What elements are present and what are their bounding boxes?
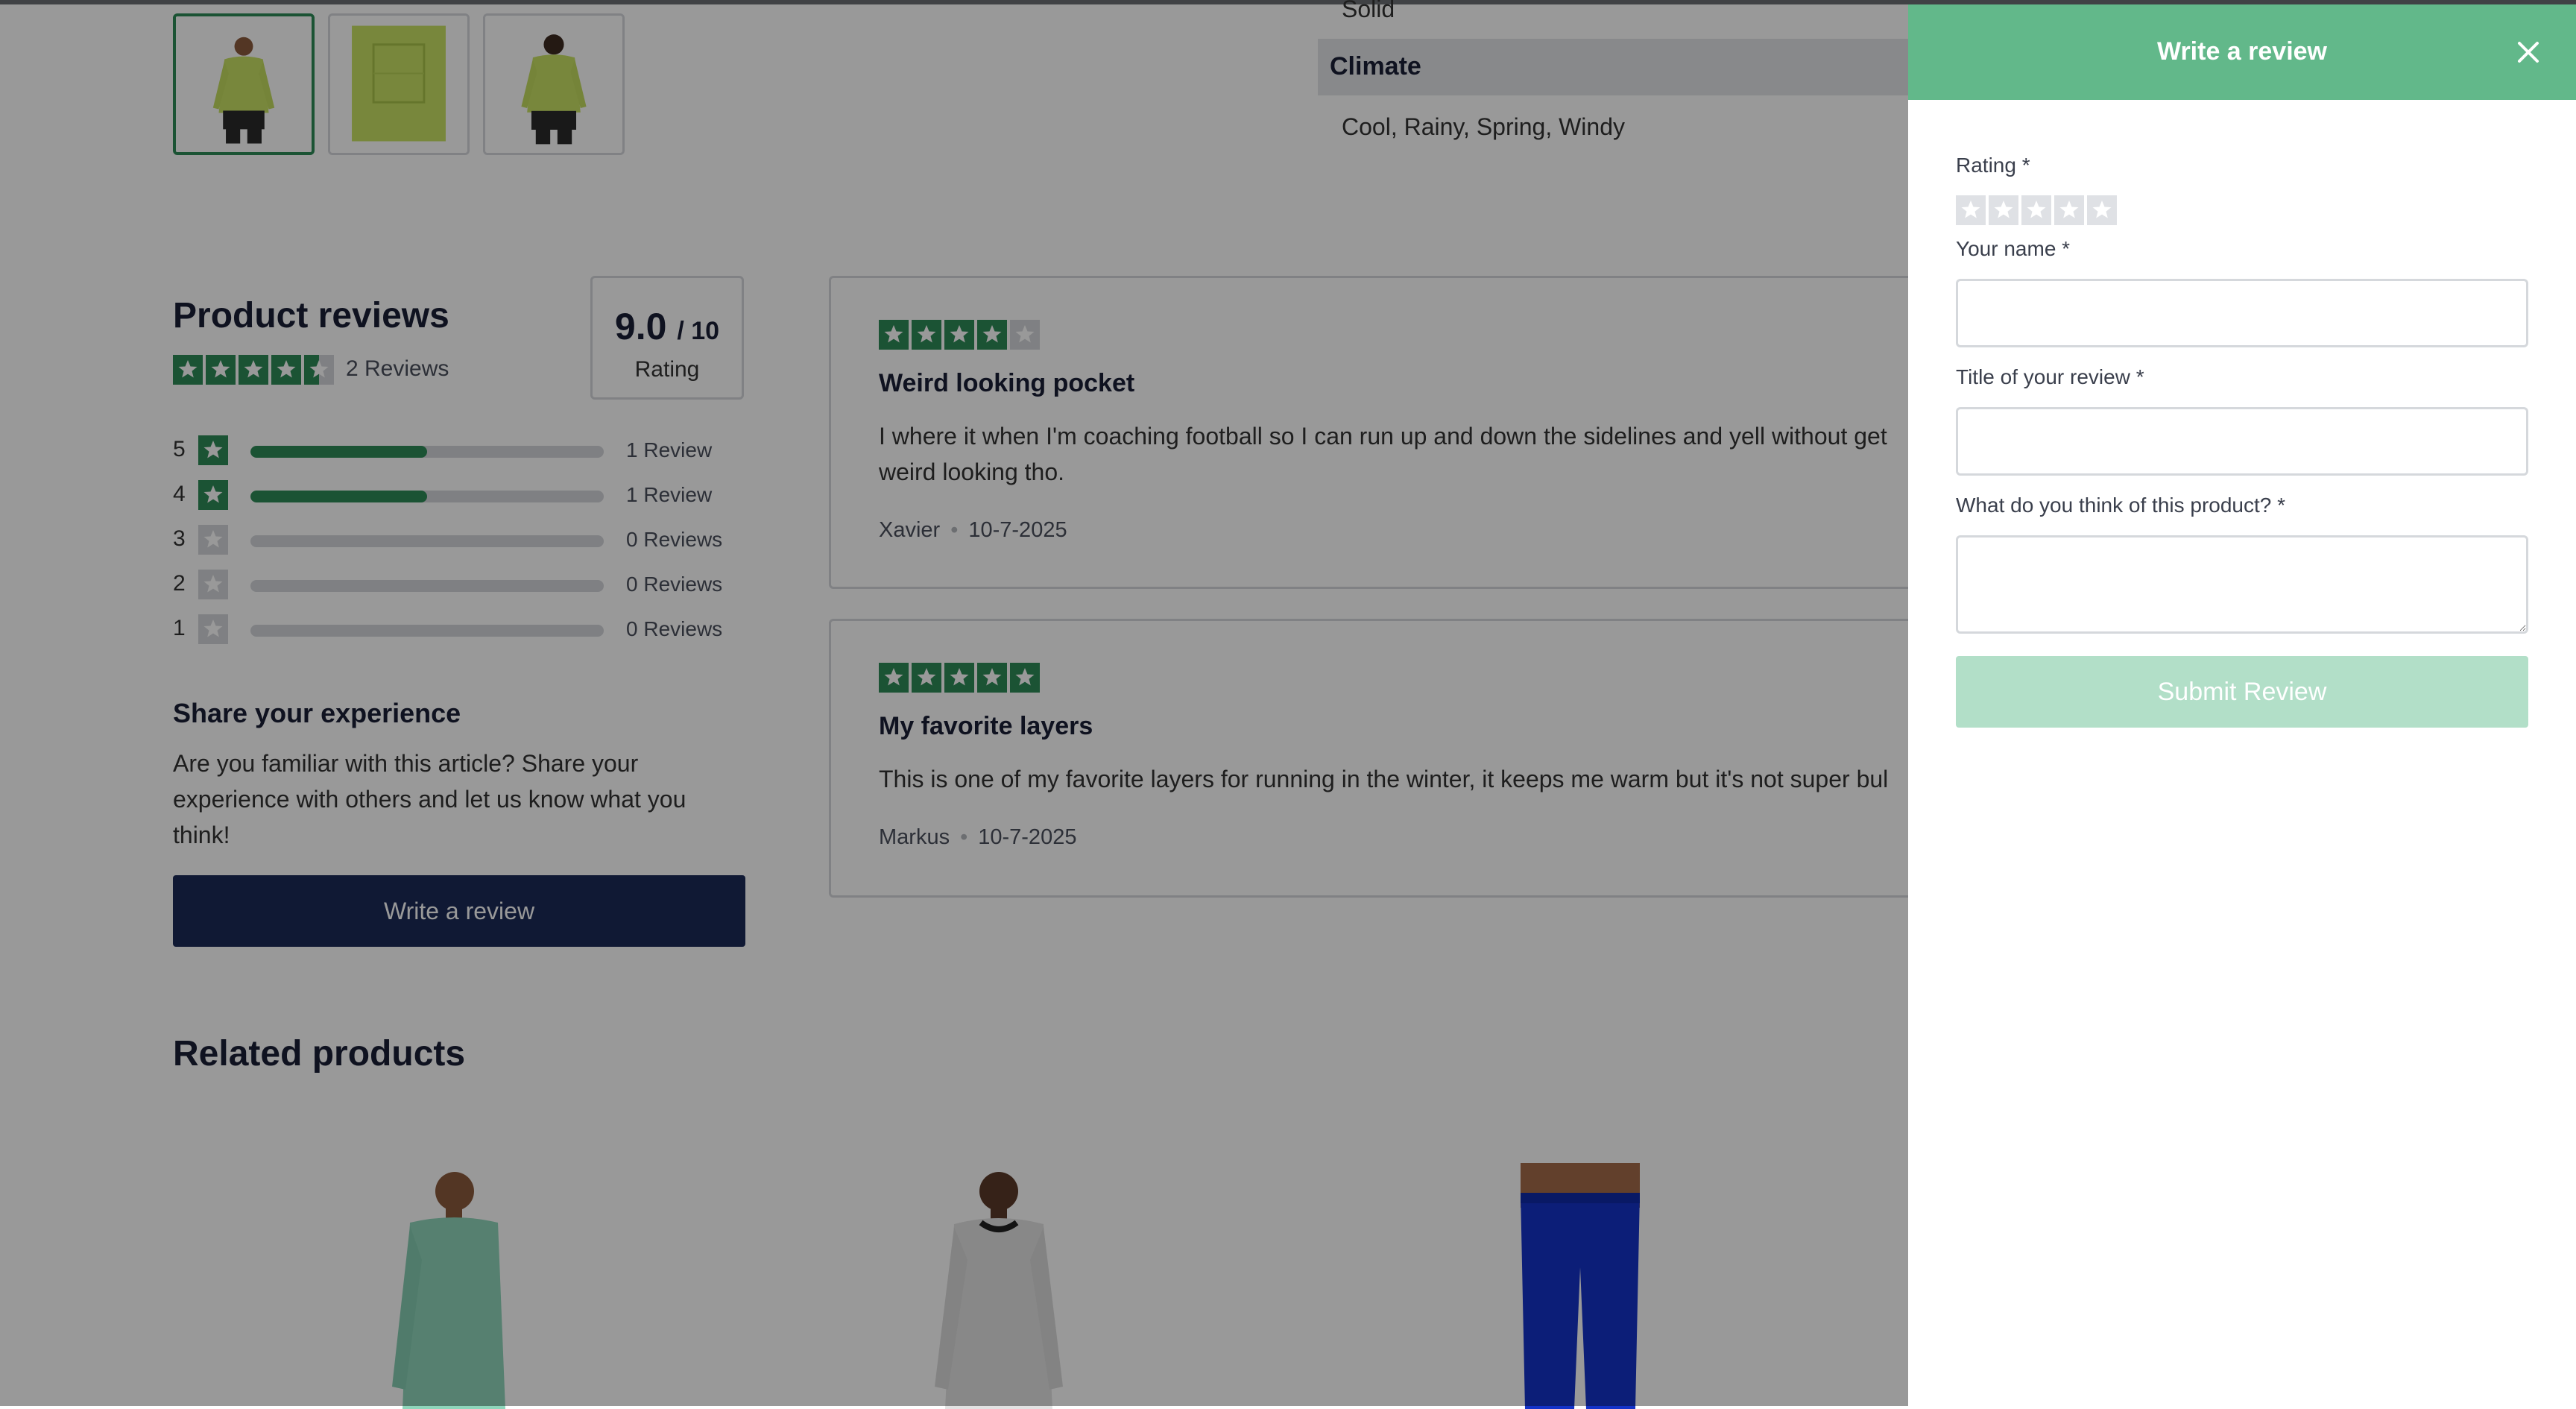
write-review-drawer: Write a review Rating * Your name * Titl… <box>1908 4 2576 1406</box>
review-title-input[interactable] <box>1956 407 2528 476</box>
rating-input <box>1956 195 2120 225</box>
name-field-label: Your name * <box>1956 237 2071 260</box>
close-icon <box>2518 42 2539 63</box>
drawer-title: Write a review <box>2156 37 2328 66</box>
submit-review-button[interactable]: Submit Review <box>1956 656 2528 728</box>
close-button[interactable] <box>2510 34 2546 70</box>
opinion-field-label: What do you think of this product? * <box>1956 494 2286 517</box>
rating-star-icon[interactable] <box>2021 195 2051 225</box>
rating-star-icon[interactable] <box>1989 195 2018 225</box>
drawer-header: Write a review <box>1908 4 2576 100</box>
rating-star-icon[interactable] <box>2087 195 2117 225</box>
rating-star-icon[interactable] <box>2054 195 2084 225</box>
rating-star-icon[interactable] <box>1956 195 1986 225</box>
review-title-field-label: Title of your review * <box>1956 365 2144 388</box>
opinion-textarea[interactable] <box>1956 535 2528 634</box>
rating-field-label: Rating * <box>1956 154 2030 177</box>
name-input[interactable] <box>1956 279 2528 347</box>
